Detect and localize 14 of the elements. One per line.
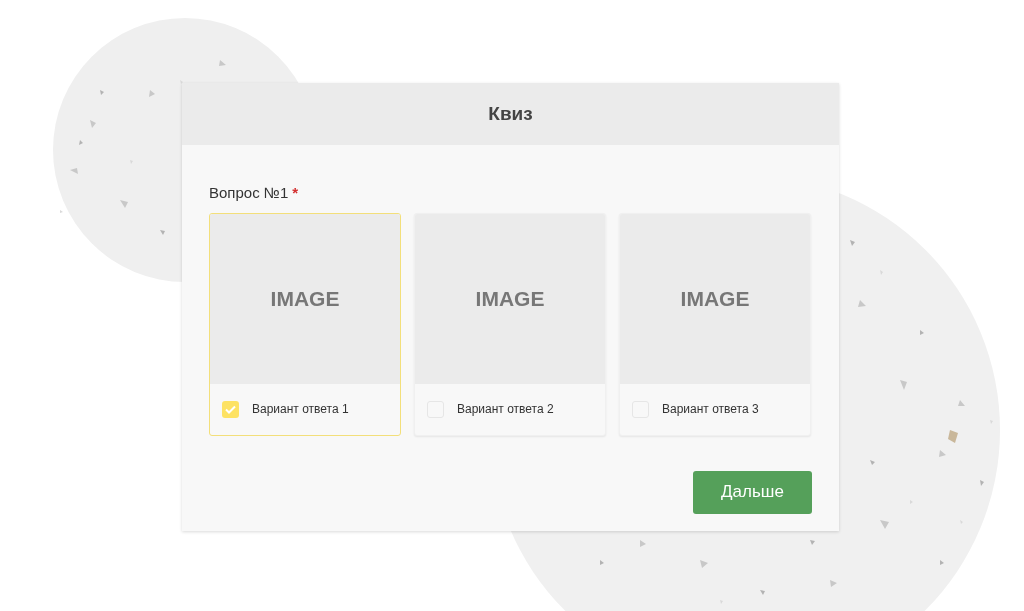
image-placeholder-text: IMAGE [270, 285, 340, 312]
option-card[interactable]: IMAGE Вариант ответа 3 [619, 212, 811, 436]
option-label: Вариант ответа 2 [457, 401, 554, 418]
checkmark-icon [225, 404, 236, 414]
image-placeholder-text: IMAGE [475, 285, 545, 312]
image-placeholder-text: IMAGE [680, 285, 750, 312]
required-mark: * [292, 183, 299, 203]
question-label: Вопрос №1 [209, 183, 289, 203]
checkbox[interactable] [222, 400, 239, 418]
dialog-title: Квиз [488, 101, 533, 126]
option-card[interactable]: IMAGE Вариант ответа 2 [414, 212, 606, 436]
option-label: Вариант ответа 3 [662, 401, 759, 418]
option-card[interactable]: IMAGE Вариант ответа 1 [209, 212, 401, 436]
option-label: Вариант ответа 1 [252, 401, 349, 418]
